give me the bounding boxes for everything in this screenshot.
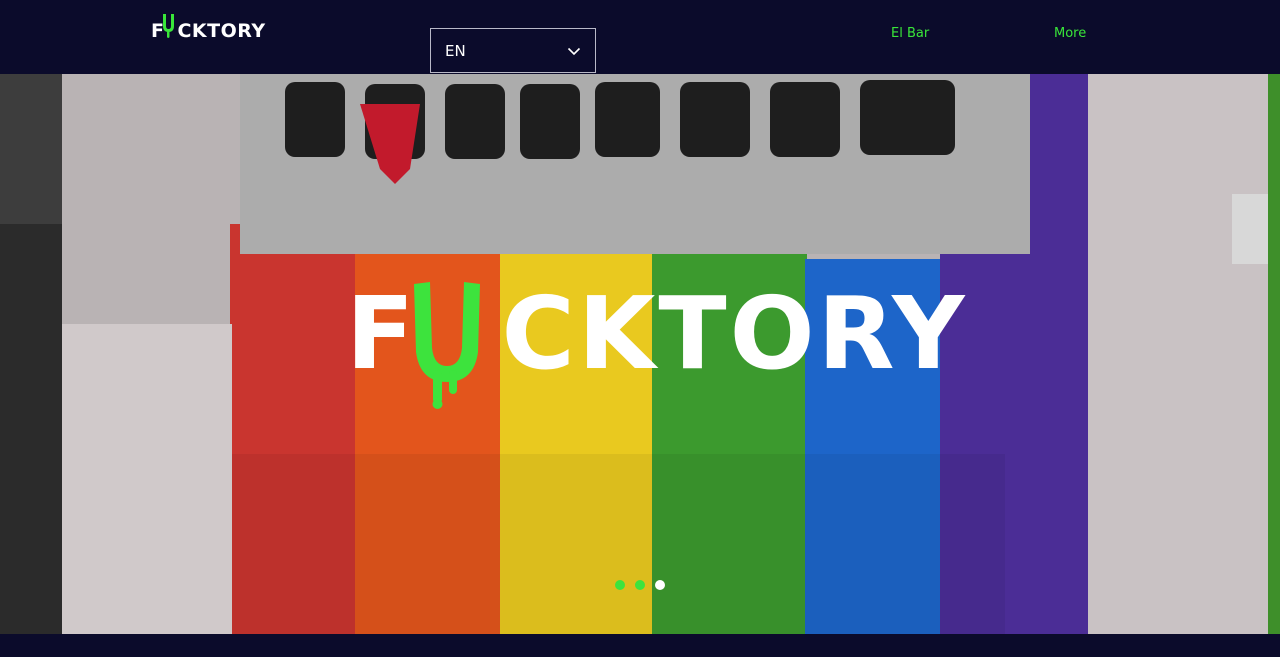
hero-slideshow: F U CKTORY bbox=[0, 74, 1280, 634]
hero-title: F U CKTORY bbox=[346, 275, 965, 424]
site-header: F U CKTORY EN El Bar More bbox=[0, 0, 1280, 74]
site-logo[interactable]: F U CKTORY bbox=[151, 14, 266, 46]
language-select-value: EN bbox=[445, 41, 466, 60]
chevron-down-icon bbox=[567, 47, 581, 55]
slider-dots bbox=[615, 579, 667, 591]
slide-dot-3[interactable] bbox=[655, 580, 665, 590]
nav-item-more[interactable]: More bbox=[1054, 26, 1086, 44]
language-select[interactable]: EN bbox=[430, 28, 596, 73]
logo-text-end: CKTORY bbox=[177, 20, 266, 42]
hero-u-drip-icon bbox=[414, 282, 480, 409]
hero-title-end: CKTORY bbox=[501, 275, 968, 392]
logo-u-drip-icon bbox=[163, 14, 174, 38]
nav-item-el-bar[interactable]: El Bar bbox=[891, 26, 929, 44]
hero-title-start: F bbox=[346, 275, 418, 392]
page-bottom-strip bbox=[0, 634, 1280, 657]
slide-dot-2[interactable] bbox=[635, 580, 645, 590]
slide-dot-1[interactable] bbox=[615, 580, 625, 590]
